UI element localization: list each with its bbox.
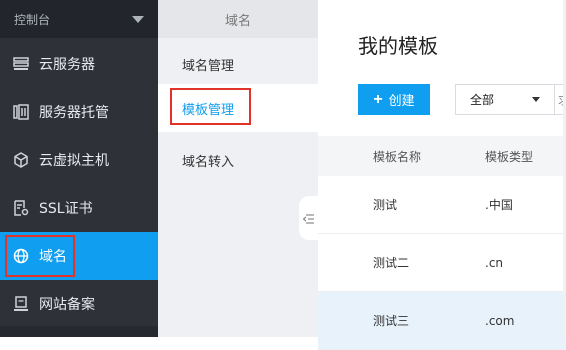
sidebar-item-icp[interactable]: 网站备案 (0, 280, 158, 328)
template-table: 模板名称 模板类型 测试 .中国 测试二 .cn 测试三 .com (318, 136, 566, 350)
template-type: .中国 (485, 198, 513, 212)
sidebar-item-server-hosting[interactable]: 服务器托管 (0, 88, 158, 136)
template-type: .com (485, 313, 515, 328)
record-icon (13, 296, 29, 312)
caret-down-icon (532, 97, 540, 102)
subnav-item-label: 域名转入 (182, 154, 235, 170)
template-name: 测试二 (373, 256, 410, 270)
main-sidebar: 控制台 云服务器 服务器托管 云虚拟主机 SSL证书 域名 网站备案 (0, 0, 158, 337)
sidebar-item-label: 云服务器 (39, 57, 95, 73)
type-filter-value: 全部 (470, 93, 495, 107)
sidebar-footer (0, 326, 158, 337)
domain-subnav: 域名 域名管理 模板管理 域名转入 (158, 0, 318, 337)
sidebar-item-label: 网站备案 (39, 297, 95, 313)
sidebar-item-cloud-server[interactable]: 云服务器 (0, 40, 158, 88)
sidebar-item-virtual-host[interactable]: 云虚拟主机 (0, 136, 158, 184)
page-title: 我的模板 (358, 34, 438, 58)
console-label: 控制台 (14, 12, 51, 27)
collapse-subnav-button[interactable] (299, 196, 318, 240)
cube-icon (13, 152, 29, 168)
create-button[interactable]: + 创建 (358, 84, 430, 115)
subnav-item-template-management[interactable]: 模板管理 (158, 84, 318, 132)
certificate-icon (13, 200, 29, 216)
column-header-type: 模板类型 (485, 149, 534, 164)
create-button-label: 创建 (388, 93, 415, 108)
highlight-box (170, 88, 251, 125)
highlight-box (5, 235, 75, 277)
template-type: .cn (485, 255, 504, 270)
sidebar-item-label: 云虚拟主机 (39, 153, 109, 169)
template-name: 测试 (373, 198, 398, 212)
template-name: 测试三 (373, 314, 410, 328)
subnav-item-domain-management[interactable]: 域名管理 (158, 40, 318, 88)
plus-icon: + (373, 90, 383, 108)
subnav-item-domain-transfer[interactable]: 域名转入 (158, 136, 318, 184)
column-header-name: 模板名称 (373, 149, 422, 164)
chevron-down-icon (132, 15, 144, 23)
subnav-item-label: 域名管理 (182, 58, 235, 74)
table-header: 模板名称 模板类型 (318, 136, 566, 176)
table-row[interactable]: 测试二 .cn (318, 234, 566, 292)
main-content: 我的模板 + 创建 全部 求 模板名称 模板类型 测试 .中国 测试二 .cn … (318, 0, 566, 350)
collapse-icon (302, 209, 314, 228)
subnav-title: 域名 (158, 0, 318, 38)
table-row[interactable]: 测试 .中国 (318, 176, 566, 234)
sidebar-item-domain[interactable]: 域名 (0, 232, 158, 280)
table-row[interactable]: 测试三 .com (318, 292, 566, 350)
sidebar-item-ssl[interactable]: SSL证书 (0, 184, 158, 232)
type-filter-select[interactable]: 全部 (455, 84, 555, 115)
server-icon (13, 56, 29, 72)
sidebar-item-label: 服务器托管 (39, 105, 109, 121)
hosting-icon (13, 104, 29, 120)
console-dropdown[interactable]: 控制台 (0, 0, 158, 38)
sidebar-item-label: SSL证书 (39, 201, 93, 217)
